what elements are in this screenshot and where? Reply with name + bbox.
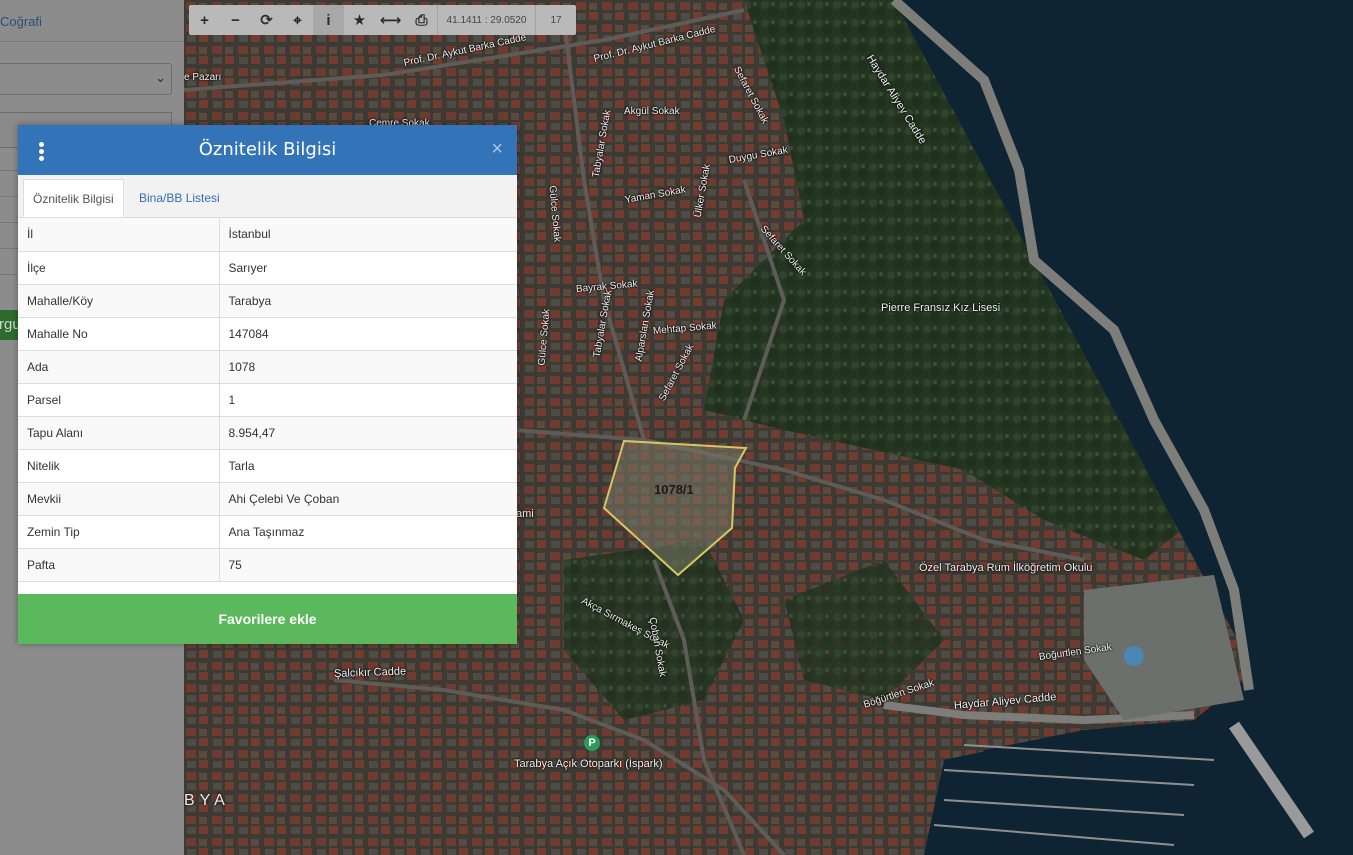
zoom-level-readout: 17 [535, 5, 576, 35]
attribute-value: 75 [219, 548, 517, 582]
panel-title: Öznitelik Bilgisi [198, 139, 337, 160]
info-icon[interactable]: i [313, 5, 344, 35]
sidebar-divider [0, 170, 18, 171]
attribute-value: Sarıyer [219, 251, 517, 285]
attribute-key: Mahalle/Köy [18, 284, 220, 318]
table-row: Pafta 75 [18, 548, 517, 582]
attribute-key: Mevkii [18, 482, 220, 516]
table-row: Zemin Tip Ana Taşınmaz [18, 515, 517, 549]
attribute-key: İlçe [18, 251, 220, 285]
attribute-key: Mahalle No [18, 317, 220, 351]
attribute-key: İl [18, 218, 220, 252]
attribute-key: Tapu Alanı [18, 416, 220, 450]
table-row: Tapu Alanı 8.954,47 [18, 416, 517, 450]
parking-icon: P [584, 735, 600, 751]
attribute-value: Ahi Çelebi Ve Çoban [219, 482, 517, 516]
table-row: İl İstanbul [18, 218, 517, 252]
attribute-key: Nitelik [18, 449, 220, 483]
attribute-value: İstanbul [219, 218, 517, 252]
table-row: Ada 1078 [18, 350, 517, 384]
close-icon[interactable]: × [491, 138, 503, 161]
chevron-down-icon: ⌄ [155, 70, 166, 85]
attribute-value: 8.954,47 [219, 416, 517, 450]
coordinate-readout: 41.1411 : 29.0520 [437, 5, 535, 35]
attribute-info-panel: Öznitelik Bilgisi × Öznitelik Bilgisi Bi… [18, 125, 517, 644]
sidebar-divider [0, 196, 18, 197]
attribute-key: Zemin Tip [18, 515, 220, 549]
measure-icon[interactable]: ⟷ [375, 5, 406, 35]
attribute-value: 1078 [219, 350, 517, 384]
locate-icon[interactable]: ⌖ [282, 5, 313, 35]
tab-attribute-info[interactable]: Öznitelik Bilgisi [23, 179, 124, 217]
map-toolbar: + − ⟳ ⌖ i ★ ⟷ ⎙ 41.1411 : 29.0520 17 [189, 5, 576, 35]
zoom-out-icon[interactable]: − [220, 5, 251, 35]
map-street-label: Şalcıkır Cadde [333, 665, 407, 680]
sidebar-link-cografi[interactable]: Coğrafi [0, 14, 42, 29]
sidebar-divider [0, 222, 18, 223]
attribute-value: Ana Taşınmaz [219, 515, 517, 549]
attribute-value: Tarla [219, 449, 517, 483]
attribute-key: Pafta [18, 548, 220, 582]
map-poi-label: Özel Tarabya Rum İlköğretim Okulu [919, 562, 1093, 574]
print-icon[interactable]: ⎙ [406, 5, 437, 35]
table-row: Mevkii Ahi Çelebi Ve Çoban [18, 482, 517, 516]
attribute-table: İl İstanbul İlçe Sarıyer Mahalle/Köy Tarabya M… [18, 218, 517, 582]
refresh-icon[interactable]: ⟳ [251, 5, 282, 35]
zoom-in-icon[interactable]: + [189, 5, 220, 35]
map-area-label: BYA [184, 792, 230, 809]
attribute-value: 147084 [219, 317, 517, 351]
attribute-value: 1 [219, 383, 517, 417]
panel-header: Öznitelik Bilgisi × [18, 125, 517, 175]
attribute-key: Parsel [18, 383, 220, 417]
tab-building-list[interactable]: Bina/BB Listesi [130, 179, 229, 217]
panel-tabs: Öznitelik Bilgisi Bina/BB Listesi [18, 175, 517, 218]
attribute-key: Ada [18, 350, 220, 384]
map-street-label: e Pazarı [184, 72, 222, 83]
map-street-label: ami [516, 508, 534, 520]
parcel-number-label: 1078/1 [654, 482, 694, 497]
star-icon[interactable]: ★ [344, 5, 375, 35]
table-row: İlçe Sarıyer [18, 251, 517, 285]
table-row: Mahalle No 147084 [18, 317, 517, 351]
sidebar-divider [0, 41, 184, 42]
map-poi-label: Tarabya Açık Otoparkı (İspark) [514, 758, 663, 770]
table-row: Mahalle/Köy Tarabya [18, 284, 517, 318]
sidebar-divider [0, 248, 18, 249]
attribute-value: Tarabya [219, 284, 517, 318]
sidebar-select[interactable]: ⌄ [0, 63, 172, 95]
table-row: Nitelik Tarla [18, 449, 517, 483]
map-street-label: Akgül Sokak [624, 106, 680, 117]
sidebar-divider [0, 274, 18, 275]
add-to-favorites-button[interactable]: Favorilere ekle [18, 594, 517, 644]
map-poi-label: Pierre Fransız Kız Lisesi [881, 302, 1001, 314]
table-row: Parsel 1 [18, 383, 517, 417]
